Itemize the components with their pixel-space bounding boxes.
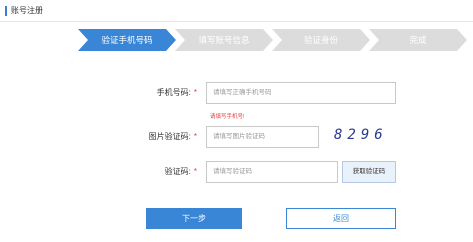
step-verify-phone: 验证手机号码	[78, 29, 176, 51]
phone-label: 手机号码: *	[97, 87, 197, 98]
captcha-image[interactable]: 8296	[334, 127, 388, 143]
image-code-label: 图片验证码: *	[97, 131, 197, 142]
header-accent-bar	[5, 6, 7, 16]
next-step-button[interactable]: 下一步	[146, 208, 242, 229]
required-mark: *	[193, 88, 197, 97]
phone-label-text: 手机号码:	[156, 88, 191, 97]
sms-code-input[interactable]: 请填写验证码	[206, 161, 338, 183]
image-code-input[interactable]: 请填写图片验证码	[206, 126, 319, 148]
step-label: 填写账号信息	[198, 35, 250, 45]
step-verify-identity: 验证身份	[272, 29, 370, 51]
phone-input[interactable]: 请填写正确手机号码	[206, 82, 396, 104]
sms-code-label: 验证码: *	[97, 166, 197, 177]
progress-steps: 验证手机号码 填写账号信息 验证身份 完成	[78, 29, 468, 51]
step-label: 完成	[409, 35, 427, 45]
step-complete: 完成	[369, 29, 467, 51]
back-button[interactable]: 返回	[286, 208, 396, 229]
phone-error: 请填写手机号!	[210, 114, 245, 120]
page-header: 账号注册	[0, 0, 473, 22]
step-label: 验证身份	[303, 35, 338, 45]
required-mark: *	[193, 167, 197, 176]
sms-code-label-text: 验证码:	[164, 167, 191, 176]
step-label: 验证手机号码	[101, 35, 153, 45]
page-title: 账号注册	[11, 6, 43, 15]
get-sms-code-button[interactable]: 获取验证码	[342, 161, 396, 183]
step-account-info: 填写账号信息	[175, 29, 273, 51]
required-mark: *	[193, 132, 197, 141]
image-code-label-text: 图片验证码:	[148, 132, 191, 141]
